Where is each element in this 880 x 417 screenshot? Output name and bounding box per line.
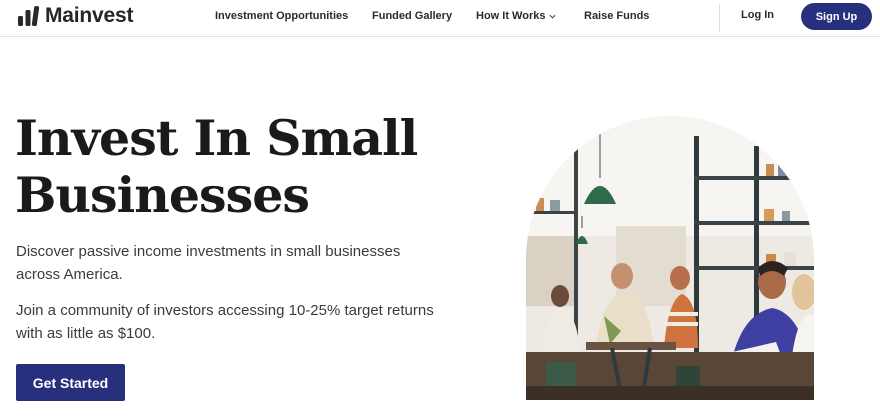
chevron-down-icon xyxy=(549,14,557,19)
get-started-button[interactable]: Get Started xyxy=(16,364,125,401)
nav-how-it-works-label: How It Works xyxy=(476,10,546,22)
hero-community-text: Join a community of investors accessing … xyxy=(16,302,434,342)
hero-headline-line1: Invest In Small xyxy=(15,109,418,167)
nav-divider xyxy=(719,4,720,32)
hero-description: Discover passive income investments in s… xyxy=(16,243,401,283)
login-link[interactable]: Log In xyxy=(741,9,774,21)
top-nav-bar: Mainvest Investment Opportunities Funded… xyxy=(0,0,880,37)
nav-raise-funds[interactable]: Raise Funds xyxy=(584,10,649,22)
nav-investment-opportunities[interactable]: Investment Opportunities xyxy=(215,10,348,22)
signup-button[interactable]: Sign Up xyxy=(801,3,872,30)
hero-cafe-photo xyxy=(526,116,814,400)
brand-name: Mainvest xyxy=(45,4,134,27)
hero-headline-line2: Businesses xyxy=(15,166,310,224)
brand-logo[interactable]: Mainvest xyxy=(17,4,133,28)
nav-how-it-works[interactable]: How It Works xyxy=(476,10,557,22)
nav-funded-gallery[interactable]: Funded Gallery xyxy=(372,10,452,22)
hero-headline: Invest In Small Businesses xyxy=(15,110,435,224)
bar-chart-logo-icon xyxy=(18,6,39,27)
